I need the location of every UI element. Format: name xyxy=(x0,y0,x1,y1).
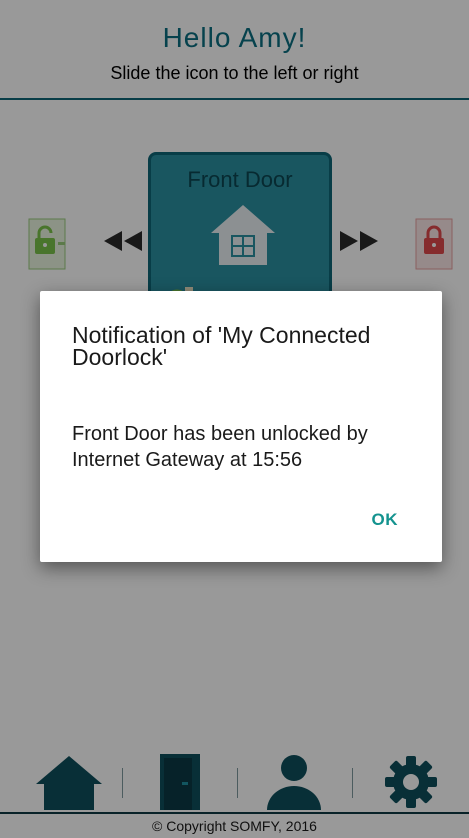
dialog-message: Front Door has been unlocked by Internet… xyxy=(72,423,368,471)
notification-dialog: Notification of 'My Connected Doorlock' … xyxy=(40,291,442,562)
ok-button[interactable]: OK xyxy=(372,510,399,530)
app-screen: Hello Amy! Slide the icon to the left or… xyxy=(0,0,469,838)
dialog-title: Notification of 'My Connected Doorlock' xyxy=(72,322,371,370)
